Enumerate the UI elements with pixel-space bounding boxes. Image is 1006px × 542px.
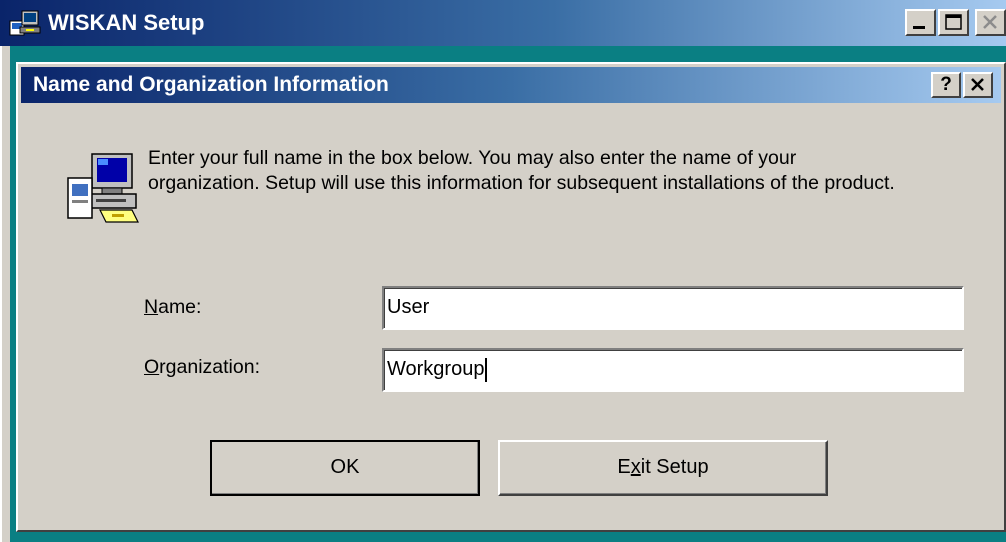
organization-label-text: rganization: [159, 356, 260, 378]
setup-computer-icon [9, 10, 41, 36]
name-organization-dialog: Name and Organization Information ? Ente… [16, 62, 1006, 532]
text-caret [485, 357, 488, 382]
exit-setup-button[interactable]: Exit Setup [498, 440, 828, 496]
name-label-mnemonic: N [144, 296, 159, 318]
help-icon: ? [940, 74, 952, 95]
organization-label: Organization: [144, 356, 260, 379]
window-titlebar[interactable]: WISKAN Setup [0, 0, 1006, 46]
exit-label-post: it Setup [640, 456, 709, 478]
intro-line: Enter your full name in the box below. Y… [148, 147, 797, 169]
window-close-button[interactable] [975, 9, 1006, 36]
intro-line: organization. Setup will use this inform… [148, 172, 895, 194]
name-label-text: ame: [158, 296, 202, 318]
exit-label-mnemonic: x [630, 456, 641, 478]
close-icon [971, 78, 984, 91]
organization-field[interactable]: Workgroup [382, 348, 964, 392]
window-frame [0, 46, 10, 542]
help-button[interactable]: ? [931, 72, 961, 98]
minimize-icon [913, 26, 925, 29]
window-title: WISKAN Setup [48, 10, 205, 35]
dialog-close-button[interactable] [963, 72, 993, 98]
setup-computer-icon [67, 153, 139, 223]
name-label: Name: [144, 296, 201, 319]
ok-button[interactable]: OK [210, 440, 480, 496]
maximize-icon [945, 14, 962, 30]
close-icon [983, 15, 997, 29]
intro-text: Enter your full name in the box below. Y… [148, 146, 988, 196]
dialog-titlebar[interactable]: Name and Organization Information ? [21, 67, 1001, 103]
setup-window: WISKAN Setup Name and Organization Infor… [0, 0, 1006, 542]
name-field[interactable]: User [382, 286, 964, 330]
name-value: User [387, 296, 430, 318]
maximize-button[interactable] [938, 9, 969, 36]
organization-value: Workgroup [387, 358, 485, 380]
minimize-button[interactable] [905, 9, 936, 36]
organization-label-mnemonic: O [144, 356, 160, 378]
exit-label-pre: E [617, 456, 631, 478]
ok-label: OK [330, 456, 360, 478]
dialog-title: Name and Organization Information [33, 73, 389, 96]
